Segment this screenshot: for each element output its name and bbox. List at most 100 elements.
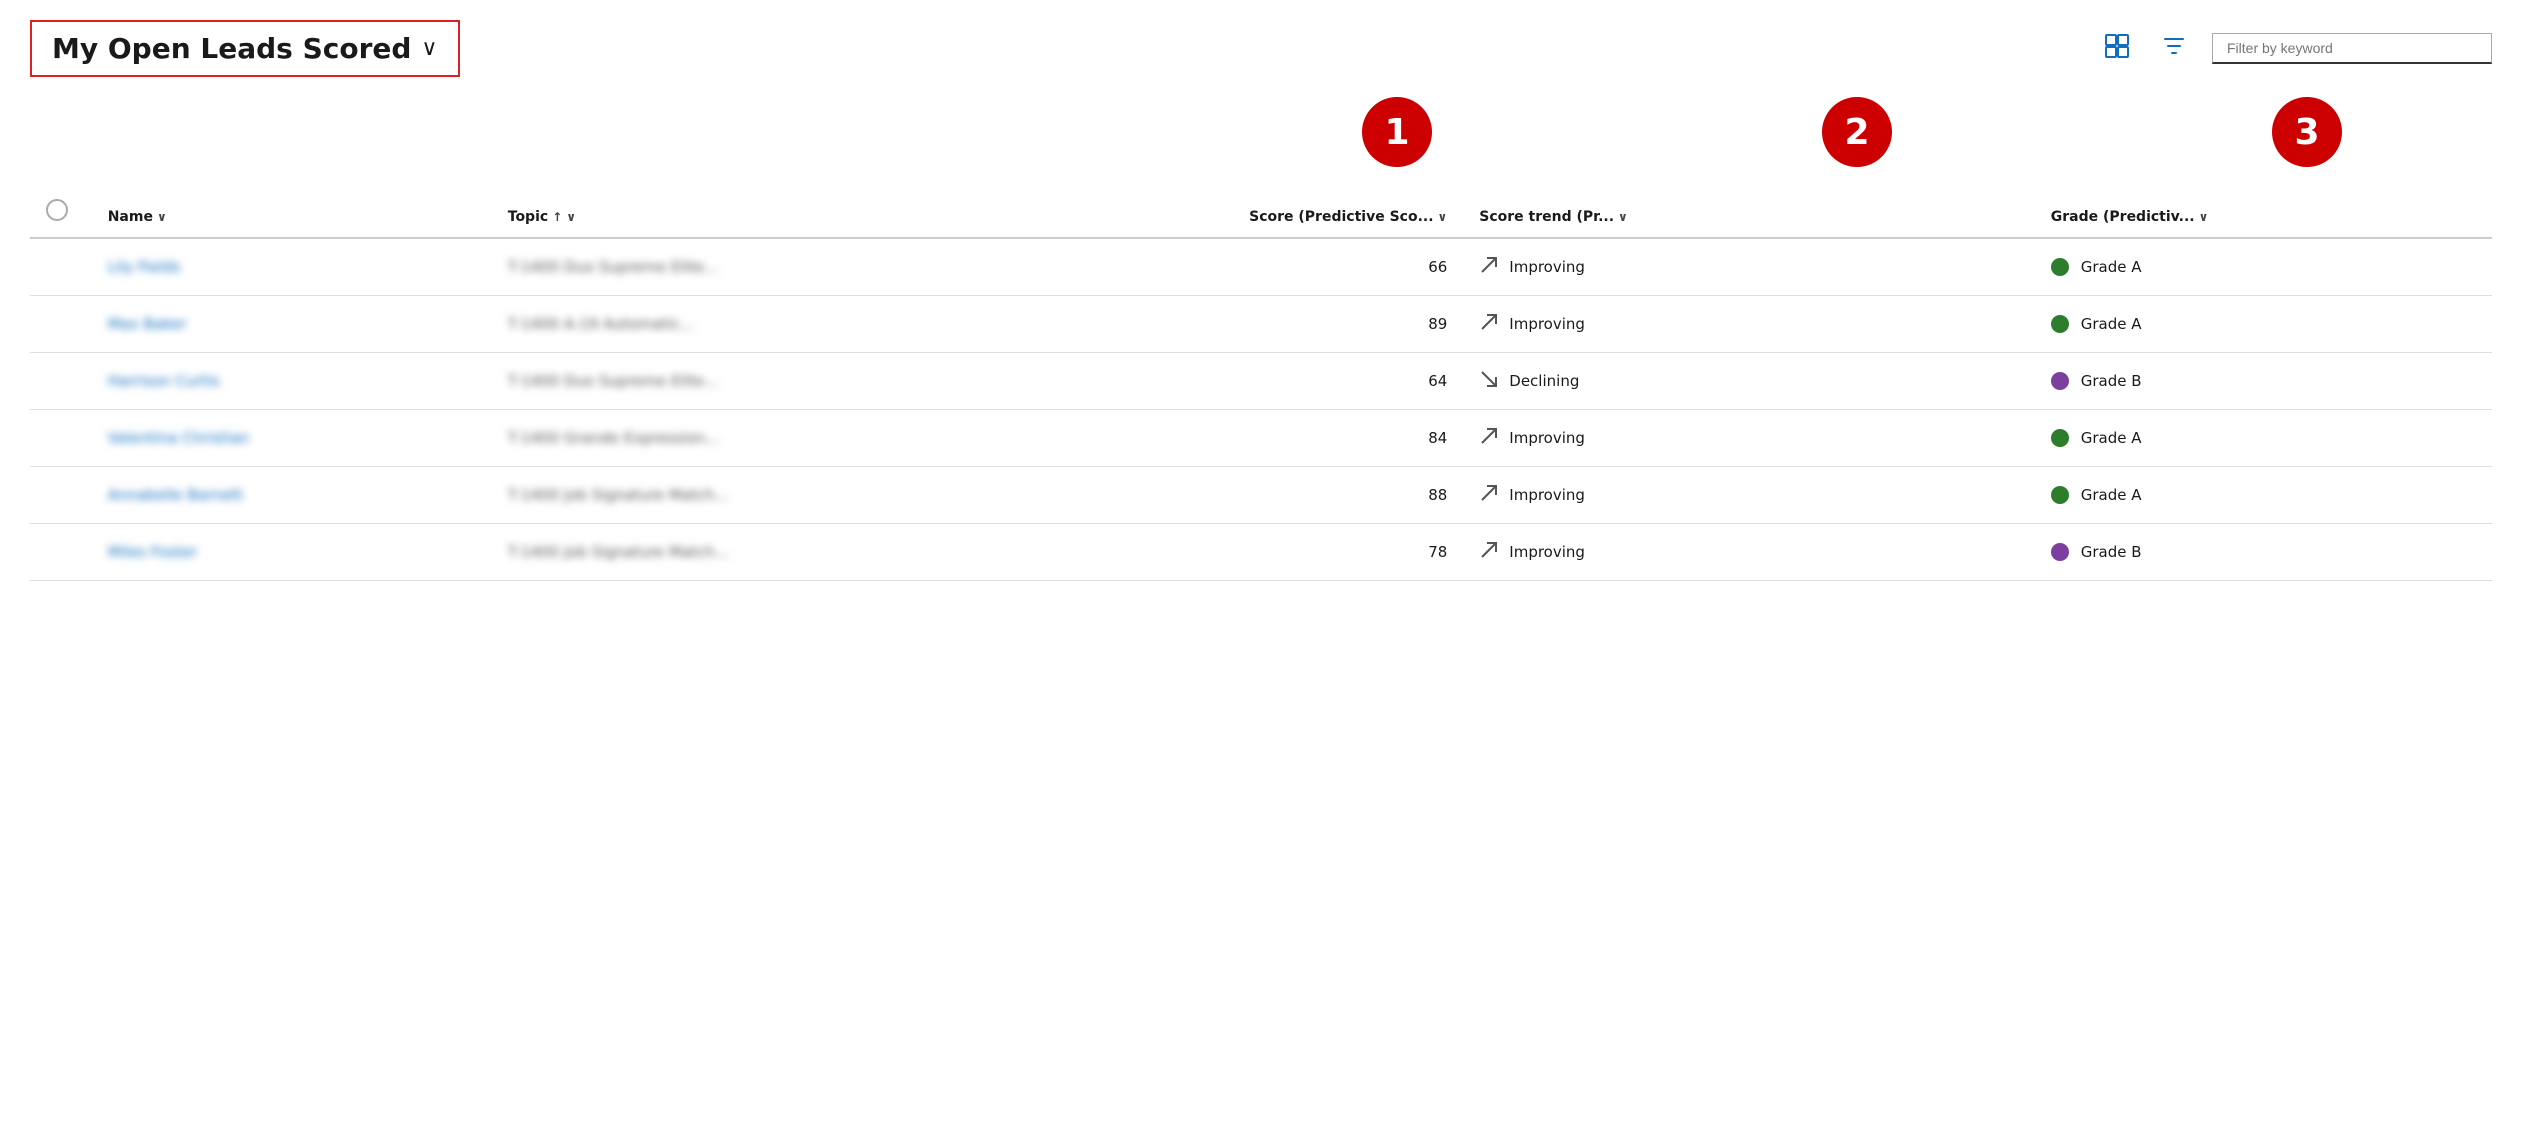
row-score-cell: 78 xyxy=(1006,524,1463,581)
row-name-cell[interactable]: Lily Fields xyxy=(92,238,492,296)
declining-arrow-icon xyxy=(1479,369,1499,393)
chevron-down-icon: ∨ xyxy=(421,36,437,61)
trend-label: Improving xyxy=(1509,258,1585,276)
row-trend-cell: Declining xyxy=(1463,353,2034,410)
topic-sort-up-icon: ↑ xyxy=(552,210,562,224)
table-row: Harrison Curtis T-1400 Duo Supreme Elite.… xyxy=(30,353,2492,410)
row-grade-cell: Grade A xyxy=(2035,467,2492,524)
improving-arrow-icon xyxy=(1479,312,1499,336)
lead-score: 88 xyxy=(1022,486,1447,504)
trend-cell-content: Improving xyxy=(1479,426,2018,450)
lead-score: 78 xyxy=(1022,543,1447,561)
leads-table: Name ∨ Topic ↑ ∨ Score (Predictive xyxy=(30,187,2492,581)
trend-cell-content: Declining xyxy=(1479,369,2018,393)
row-name-cell[interactable]: Miles Foster xyxy=(92,524,492,581)
select-all-checkbox[interactable] xyxy=(46,199,68,221)
grade-sort-icon: ∨ xyxy=(2199,210,2209,224)
lead-topic: T-1400 Job Signature Match... xyxy=(508,543,729,561)
grade-dot-icon xyxy=(2051,372,2069,390)
row-topic-cell: T-1400 Grande Expression... xyxy=(492,410,1006,467)
th-topic[interactable]: Topic ↑ ∨ xyxy=(492,187,1006,238)
trend-sort-icon: ∨ xyxy=(1618,210,1628,224)
th-name[interactable]: Name ∨ xyxy=(92,187,492,238)
grade-cell-content: Grade A xyxy=(2051,486,2476,504)
th-checkbox[interactable] xyxy=(30,187,92,238)
grade-dot-icon xyxy=(2051,543,2069,561)
trend-cell-content: Improving xyxy=(1479,312,2018,336)
row-grade-cell: Grade B xyxy=(2035,524,2492,581)
row-checkbox-cell xyxy=(30,353,92,410)
lead-name-link[interactable]: Valentina Christian xyxy=(108,429,250,447)
filter-input-wrapper[interactable] xyxy=(2212,33,2492,64)
row-topic-cell: T-1400 Job Signature Match... xyxy=(492,524,1006,581)
filter-icon[interactable] xyxy=(2156,28,2192,69)
row-name-cell[interactable]: Harrison Curtis xyxy=(92,353,492,410)
row-grade-cell: Grade B xyxy=(2035,353,2492,410)
score-sort-icon: ∨ xyxy=(1438,210,1448,224)
row-score-cell: 84 xyxy=(1006,410,1463,467)
grade-cell-content: Grade A xyxy=(2051,315,2476,333)
lead-topic: T-1400 Grande Expression... xyxy=(508,429,720,447)
lead-name-link[interactable]: Lily Fields xyxy=(108,258,181,276)
row-score-cell: 66 xyxy=(1006,238,1463,296)
grade-label: Grade A xyxy=(2081,486,2142,504)
lead-score: 64 xyxy=(1022,372,1447,390)
trend-label: Improving xyxy=(1509,315,1585,333)
annotation-bubble-1: 1 xyxy=(1362,97,1432,167)
row-trend-cell: Improving xyxy=(1463,524,2034,581)
trend-label: Improving xyxy=(1509,543,1585,561)
row-name-cell[interactable]: Annabelle Barnett xyxy=(92,467,492,524)
row-grade-cell: Grade A xyxy=(2035,410,2492,467)
row-checkbox-cell xyxy=(30,296,92,353)
table-row: Miles Foster T-1400 Job Signature Match..… xyxy=(30,524,2492,581)
filter-input[interactable] xyxy=(2227,40,2477,56)
row-score-cell: 88 xyxy=(1006,467,1463,524)
lead-score: 66 xyxy=(1022,258,1447,276)
lead-name-link[interactable]: Max Baker xyxy=(108,315,187,333)
lead-name-link[interactable]: Miles Foster xyxy=(108,543,197,561)
trend-cell-content: Improving xyxy=(1479,540,2018,564)
edit-columns-icon[interactable] xyxy=(2098,27,2136,70)
lead-score: 84 xyxy=(1022,429,1447,447)
improving-arrow-icon xyxy=(1479,483,1499,507)
row-topic-cell: T-1400 A-19 Automatic... xyxy=(492,296,1006,353)
th-grade[interactable]: Grade (Predictiv... ∨ xyxy=(2035,187,2492,238)
lead-name-link[interactable]: Annabelle Barnett xyxy=(108,486,243,504)
trend-cell-content: Improving xyxy=(1479,255,2018,279)
row-checkbox-cell xyxy=(30,524,92,581)
th-trend[interactable]: Score trend (Pr... ∨ xyxy=(1463,187,2034,238)
improving-arrow-icon xyxy=(1479,540,1499,564)
lead-topic: T-1400 Job Signature Match... xyxy=(508,486,729,504)
grade-cell-content: Grade A xyxy=(2051,258,2476,276)
lead-name-link[interactable]: Harrison Curtis xyxy=(108,372,220,390)
th-score[interactable]: Score (Predictive Sco... ∨ xyxy=(1006,187,1463,238)
row-trend-cell: Improving xyxy=(1463,410,2034,467)
table-row: Max Baker T-1400 A-19 Automatic... 89 Impro… xyxy=(30,296,2492,353)
row-name-cell[interactable]: Max Baker xyxy=(92,296,492,353)
grade-dot-icon xyxy=(2051,486,2069,504)
grade-label: Grade A xyxy=(2081,429,2142,447)
row-topic-cell: T-1400 Duo Supreme Elite... xyxy=(492,353,1006,410)
row-trend-cell: Improving xyxy=(1463,238,2034,296)
header-actions xyxy=(2098,27,2492,70)
lead-topic: T-1400 A-19 Automatic... xyxy=(508,315,695,333)
row-grade-cell: Grade A xyxy=(2035,238,2492,296)
row-name-cell[interactable]: Valentina Christian xyxy=(92,410,492,467)
grade-dot-icon xyxy=(2051,429,2069,447)
table-row: Annabelle Barnett T-1400 Job Signature Ma… xyxy=(30,467,2492,524)
title-box[interactable]: My Open Leads Scored ∨ xyxy=(30,20,460,77)
trend-label: Improving xyxy=(1509,429,1585,447)
lead-topic: T-1400 Duo Supreme Elite... xyxy=(508,258,719,276)
row-checkbox-cell xyxy=(30,410,92,467)
improving-arrow-icon xyxy=(1479,255,1499,279)
improving-arrow-icon xyxy=(1479,426,1499,450)
annotation-bubble-3: 3 xyxy=(2272,97,2342,167)
annotation-bubbles-row: 1 2 3 xyxy=(30,97,2492,187)
table-header-row: Name ∨ Topic ↑ ∨ Score (Predictive xyxy=(30,187,2492,238)
row-score-cell: 89 xyxy=(1006,296,1463,353)
page-container: My Open Leads Scored ∨ xyxy=(0,0,2522,1134)
row-trend-cell: Improving xyxy=(1463,296,2034,353)
title-area: My Open Leads Scored ∨ xyxy=(30,20,460,77)
annotation-bubble-2: 2 xyxy=(1822,97,1892,167)
name-sort-icon: ∨ xyxy=(157,210,167,224)
